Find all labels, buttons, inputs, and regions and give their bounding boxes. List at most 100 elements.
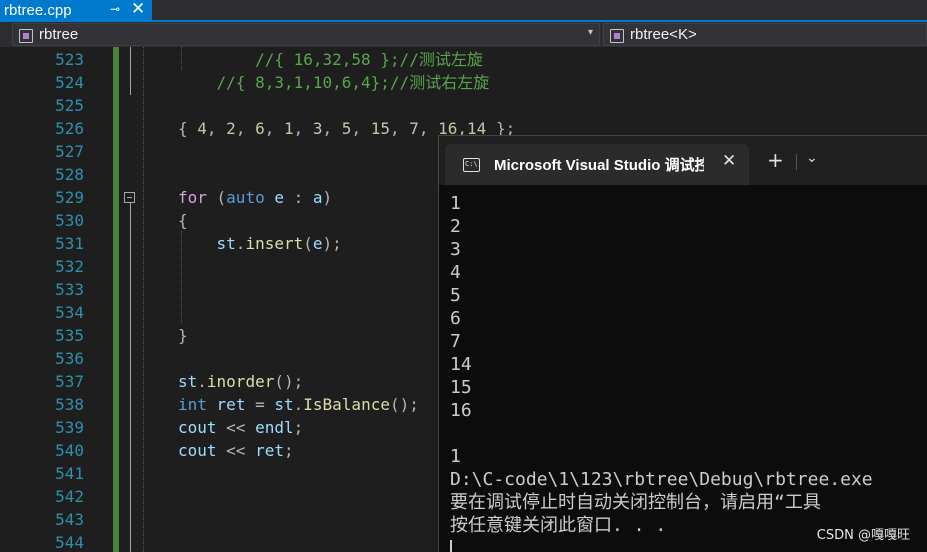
tab-filename: rbtree.cpp <box>4 1 72 19</box>
line-number: 540 <box>55 441 84 460</box>
line-number: 535 <box>55 326 84 345</box>
code-token: . <box>197 372 207 391</box>
navigation-bar: rbtree ▾ rbtree<K> <box>0 22 927 47</box>
code-token: 5 <box>341 119 352 138</box>
new-tab-button[interactable]: + <box>767 150 784 170</box>
watermark: CSDN @嘎嘎旺 <box>816 528 910 543</box>
line-number: 523 <box>55 50 84 69</box>
line-number: 537 <box>55 372 84 391</box>
console-line: 要在调试停止时自动关闭控制台，请启用“工具 <box>450 492 821 513</box>
code-token: (); <box>274 372 304 391</box>
code-token: cout <box>178 441 217 460</box>
code-line[interactable]: 524 //{ 8,3,1,10,6,4};//测试右左旋 <box>0 71 927 94</box>
code-token: ( <box>206 188 227 207</box>
console-tab[interactable]: C:\ Microsoft Visual Studio 调试控制台 ✕ <box>445 144 749 185</box>
code-line[interactable]: 525 <box>0 94 927 117</box>
console-line: 1 <box>450 193 461 214</box>
code-text: int ret = st.IsBalance(); <box>178 393 419 416</box>
code-token: insert <box>245 234 304 253</box>
code-text: for (auto e : a) <box>178 186 332 209</box>
line-number: 525 <box>55 96 84 115</box>
console-line: 7 <box>450 331 461 352</box>
line-number: 534 <box>55 303 84 322</box>
code-token: 4 <box>197 119 207 138</box>
close-icon[interactable]: ✕ <box>722 151 736 171</box>
code-token: ); <box>322 234 342 253</box>
code-text: //{ 8,3,1,10,6,4};//测试右左旋 <box>178 71 490 94</box>
code-token: for <box>178 188 207 207</box>
member-dropdown[interactable]: rbtree<K> <box>603 23 927 46</box>
line-number: 536 <box>55 349 84 368</box>
code-token: IsBalance <box>303 395 390 414</box>
code-token: ( <box>303 234 313 253</box>
code-token: , <box>264 119 284 138</box>
code-token: ret <box>255 441 284 460</box>
code-token: , <box>389 119 410 138</box>
code-token: . <box>293 395 304 414</box>
line-number: 528 <box>55 165 84 184</box>
code-token: int <box>178 395 207 414</box>
code-token: 3 <box>312 119 323 138</box>
console-line: 16 <box>450 400 472 421</box>
line-number: 532 <box>55 257 84 276</box>
line-number: 530 <box>55 211 84 230</box>
pin-icon[interactable]: ⊸ <box>110 2 120 16</box>
line-number: 543 <box>55 510 84 529</box>
divider <box>796 154 797 170</box>
code-text: } <box>178 324 188 347</box>
code-token: { <box>178 211 188 230</box>
code-token: 1 <box>283 119 294 138</box>
code-token: auto <box>226 188 265 207</box>
code-token: st <box>274 395 294 414</box>
code-token: e <box>312 234 323 253</box>
code-token: , <box>351 119 371 138</box>
line-number: 526 <box>55 119 84 138</box>
document-tab-strip: rbtree.cpp ⊸ ✕ <box>0 0 927 22</box>
close-icon[interactable]: ✕ <box>131 0 145 19</box>
code-token: ) <box>322 188 333 207</box>
scope-label: rbtree <box>39 26 79 43</box>
terminal-icon: C:\ <box>463 158 480 172</box>
code-token: } <box>178 326 188 345</box>
code-token: st <box>216 234 236 253</box>
console-tab-title: Microsoft Visual Studio 调试控制台 <box>494 157 704 174</box>
code-token: endl <box>255 418 294 437</box>
code-token: 15 <box>370 119 390 138</box>
code-line[interactable]: 523 //{ 16,32,58 };//测试左旋 <box>0 48 927 71</box>
code-token: st <box>178 372 198 391</box>
debug-console-window[interactable]: C:\ Microsoft Visual Studio 调试控制台 ✕ + ⌄ … <box>438 135 927 552</box>
code-text: st.inorder(); <box>178 370 303 393</box>
code-token: << <box>216 418 256 437</box>
console-output[interactable]: 1 2 3 4 5 6 7 14 15 16 1 D:\C-code\1\123\rbtree\Deb… <box>450 192 927 552</box>
class-icon <box>608 27 626 43</box>
console-line: 3 <box>450 239 461 260</box>
console-line: 14 <box>450 354 472 375</box>
line-number: 539 <box>55 418 84 437</box>
code-text: { <box>178 209 188 232</box>
scope-dropdown[interactable]: rbtree ▾ <box>12 23 600 46</box>
code-token: e <box>274 188 284 207</box>
tab-rbtree-cpp[interactable]: rbtree.cpp ⊸ ✕ <box>0 0 152 20</box>
code-text: //{ 16,32,58 };//测试左旋 <box>178 48 483 71</box>
line-number: 529 <box>55 188 84 207</box>
code-token: : <box>283 188 313 207</box>
code-token: = <box>245 395 275 414</box>
code-token: << <box>216 441 256 460</box>
console-line: 1 <box>450 446 461 467</box>
line-number: 524 <box>55 73 84 92</box>
code-text: st.insert(e); <box>178 232 342 255</box>
line-number: 527 <box>55 142 84 161</box>
code-token: , <box>293 119 313 138</box>
line-number: 538 <box>55 395 84 414</box>
code-token: , <box>418 119 439 138</box>
line-number: 541 <box>55 464 84 483</box>
line-number: 531 <box>55 234 84 253</box>
code-token: 2 <box>226 119 236 138</box>
code-token: //{ 8,3,1,10,6,4};//测试右左旋 <box>178 73 490 92</box>
console-line: 2 <box>450 216 461 237</box>
chevron-down-icon[interactable]: ⌄ <box>806 150 818 166</box>
class-icon <box>17 27 35 43</box>
